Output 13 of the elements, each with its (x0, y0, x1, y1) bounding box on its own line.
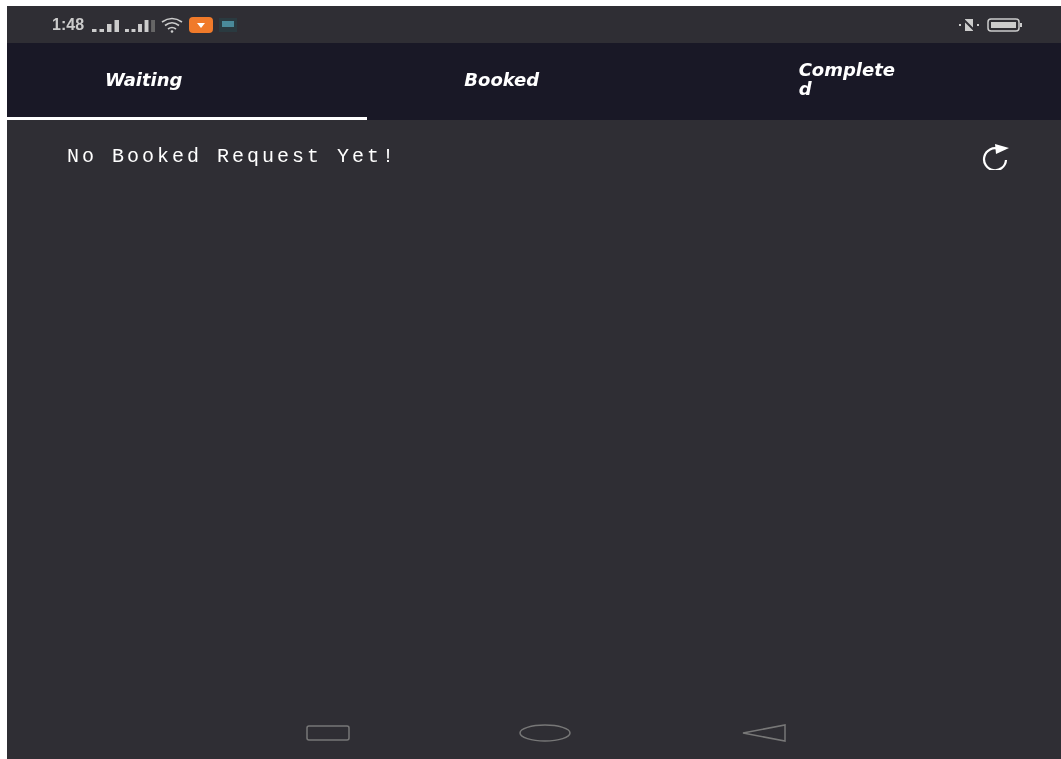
signal-icon (125, 17, 156, 32)
tab[interactable]: Booked (367, 43, 727, 120)
wifi-icon (161, 16, 184, 33)
home-icon[interactable] (518, 723, 573, 743)
battery-icon (987, 17, 1023, 32)
signal-icon (92, 17, 120, 32)
tab[interactable]: Complete d (726, 43, 1061, 120)
back-icon[interactable] (740, 723, 787, 743)
empty-message: No Booked Request Yet! (67, 144, 398, 168)
status-time: 1:48 (52, 15, 85, 34)
recent-apps-icon[interactable] (306, 725, 351, 741)
app-thumbnail-icon (219, 17, 238, 32)
tab[interactable]: Waiting (7, 43, 368, 120)
